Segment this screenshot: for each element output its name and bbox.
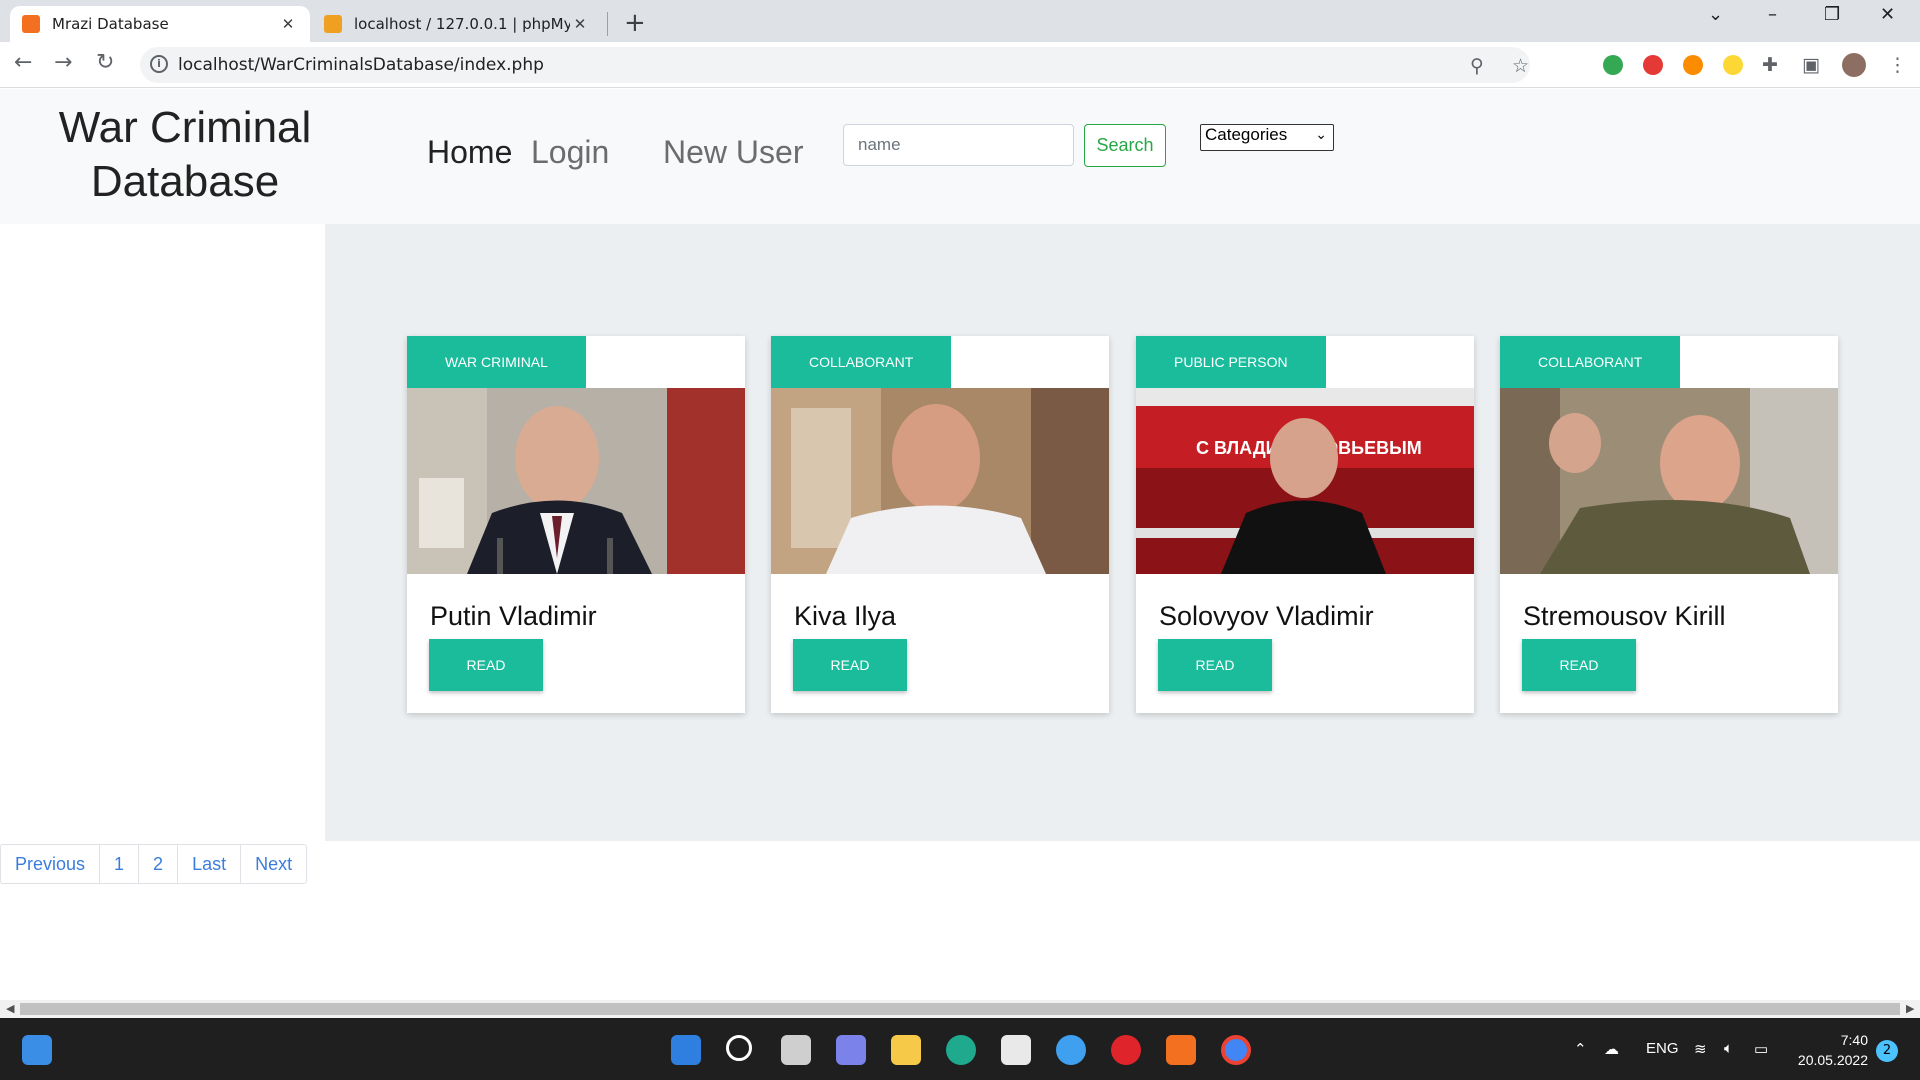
person-photo: [771, 388, 1109, 574]
search-button[interactable]: Search: [1084, 124, 1166, 167]
file-explorer-icon[interactable]: [891, 1035, 921, 1065]
tab-title: localhost / 127.0.0.1 | phpMyAdmin: [354, 15, 570, 33]
browser-tab-strip: Mrazi Database ✕ localhost / 127.0.0.1 |…: [0, 0, 1920, 42]
pagination-previous[interactable]: Previous: [1, 845, 99, 883]
phpmyadmin-favicon-icon: [324, 15, 342, 33]
scrollbar-thumb[interactable]: [20, 1003, 1900, 1015]
task-view-icon[interactable]: [781, 1035, 811, 1065]
opera-icon[interactable]: [1111, 1035, 1141, 1065]
chrome-icon[interactable]: [1221, 1035, 1251, 1065]
pagination-next[interactable]: Next: [240, 845, 306, 883]
category-badge: COLLABORANT: [771, 336, 952, 388]
tab-phpmyadmin[interactable]: localhost / 127.0.0.1 | phpMyAdmin ✕: [312, 6, 602, 42]
input-language[interactable]: ENG: [1646, 1040, 1679, 1057]
pagination-last[interactable]: Last: [177, 845, 240, 883]
cards-section: WAR CRIMINAL Putin Vladimir READ COLLABO…: [325, 224, 1920, 841]
volume-icon[interactable]: 🔈︎: [1724, 1040, 1733, 1057]
back-icon[interactable]: ←: [14, 50, 32, 75]
clock[interactable]: 7:40 20.05.2022: [1798, 1030, 1868, 1070]
adblock-extension-icon[interactable]: [1603, 55, 1623, 75]
categories-select-value: Categories: [1205, 125, 1288, 144]
address-bar[interactable]: i localhost/WarCriminalsDatabase/index.p…: [140, 47, 1530, 83]
nav-login[interactable]: Login: [531, 134, 609, 171]
onedrive-icon[interactable]: ☁: [1604, 1040, 1619, 1058]
close-tab-icon[interactable]: ✕: [278, 15, 298, 33]
person-name: Putin Vladimir: [430, 601, 597, 631]
nav-new-user[interactable]: New User: [663, 134, 803, 171]
person-name: Stremousov Kirill: [1523, 601, 1726, 631]
address-url[interactable]: localhost/WarCriminalsDatabase/index.php: [178, 55, 544, 75]
tab-mrazi-database[interactable]: Mrazi Database ✕: [10, 6, 310, 42]
wifi-icon[interactable]: ≋: [1694, 1040, 1707, 1058]
name-search-input[interactable]: [843, 124, 1074, 166]
chevron-down-icon: ⌄: [1315, 126, 1327, 142]
profile-avatar[interactable]: [1842, 53, 1866, 77]
clock-date: 20.05.2022: [1797, 1052, 1868, 1068]
chat-icon[interactable]: [836, 1035, 866, 1065]
search-icon[interactable]: [726, 1035, 752, 1061]
pagination-page-2[interactable]: 2: [138, 845, 177, 883]
person-card: С ВЛАДИМИ ЛОВЬЕВЫМ PUBLIC PERSON Solovyo…: [1136, 336, 1474, 713]
site-logo[interactable]: War Criminal Database: [40, 101, 330, 209]
new-tab-button[interactable]: +: [624, 8, 646, 38]
close-tab-icon[interactable]: ✕: [570, 15, 590, 33]
person-name: Kiva Ilya: [794, 601, 897, 631]
read-button[interactable]: READ: [1158, 639, 1272, 691]
person-name: Solovyov Vladimir: [1159, 601, 1374, 631]
minimize-icon[interactable]: –: [1768, 4, 1777, 25]
category-badge: COLLABORANT: [1500, 336, 1681, 388]
opera-extension-icon[interactable]: [1643, 55, 1663, 75]
scroll-right-icon[interactable]: ▶: [1906, 1002, 1914, 1015]
category-badge: WAR CRIMINAL: [407, 336, 586, 388]
category-badge: PUBLIC PERSON: [1136, 336, 1326, 388]
restore-icon[interactable]: ❐: [1824, 4, 1840, 25]
read-button[interactable]: READ: [429, 639, 543, 691]
site-info-icon[interactable]: i: [150, 55, 168, 73]
categories-select[interactable]: Categories ⌄: [1200, 124, 1334, 151]
zoom-icon[interactable]: ⚲: [1470, 55, 1484, 77]
forward-icon[interactable]: →: [54, 50, 72, 75]
edge-icon[interactable]: [946, 1035, 976, 1065]
battery-icon[interactable]: ▭: [1754, 1040, 1768, 1058]
horizontal-scrollbar[interactable]: ◀ ▶: [0, 1000, 1920, 1018]
side-panel-icon[interactable]: ▣: [1802, 54, 1820, 76]
scroll-left-icon[interactable]: ◀: [6, 1002, 14, 1015]
xampp-favicon-icon: [22, 15, 40, 33]
person-card: COLLABORANT Stremousov Kirill READ: [1500, 336, 1838, 713]
pagination: Previous 1 2 Last Next: [0, 844, 308, 884]
pagination-page-1[interactable]: 1: [99, 845, 138, 883]
person-card: COLLABORANT Kiva Ilya READ: [771, 336, 1109, 713]
tab-separator: [607, 12, 608, 36]
close-window-icon[interactable]: ✕: [1880, 4, 1895, 25]
metamask-extension-icon[interactable]: [1683, 55, 1703, 75]
site-header: War Criminal Database Home Login New Use…: [0, 89, 1920, 224]
menu-kebab-icon[interactable]: ⋮: [1888, 54, 1907, 76]
read-button[interactable]: READ: [793, 639, 907, 691]
notification-count-badge[interactable]: 2: [1876, 1040, 1898, 1062]
person-photo: [1500, 388, 1838, 574]
start-windows-icon[interactable]: [671, 1035, 701, 1065]
help-icon[interactable]: [1056, 1035, 1086, 1065]
windows-taskbar: ⌃ ☁ ENG ≋ 🔈︎ ▭ 7:40 20.05.2022 2: [0, 1018, 1920, 1080]
tab-search-icon[interactable]: ⌄: [1708, 4, 1723, 25]
web-page: War Criminal Database Home Login New Use…: [0, 89, 1920, 1000]
person-card: WAR CRIMINAL Putin Vladimir READ: [407, 336, 745, 713]
xampp-icon[interactable]: [1166, 1035, 1196, 1065]
person-photo: [407, 388, 745, 574]
tray-chevron-up-icon[interactable]: ⌃: [1574, 1040, 1587, 1058]
widgets-icon[interactable]: [22, 1035, 52, 1065]
extensions-puzzle-icon[interactable]: ✚: [1762, 54, 1778, 76]
nav-home[interactable]: Home: [427, 134, 512, 171]
tab-title: Mrazi Database: [52, 15, 169, 33]
store-icon[interactable]: [1001, 1035, 1031, 1065]
clock-time: 7:40: [1840, 1032, 1868, 1048]
bookmark-star-icon[interactable]: ☆: [1512, 55, 1529, 77]
home-extension-icon[interactable]: [1723, 55, 1743, 75]
person-photo: С ВЛАДИМИ ЛОВЬЕВЫМ: [1136, 388, 1474, 574]
read-button[interactable]: READ: [1522, 639, 1636, 691]
browser-toolbar: ← → ↻ i localhost/WarCriminalsDatabase/i…: [0, 42, 1920, 88]
reload-icon[interactable]: ↻: [96, 50, 114, 75]
